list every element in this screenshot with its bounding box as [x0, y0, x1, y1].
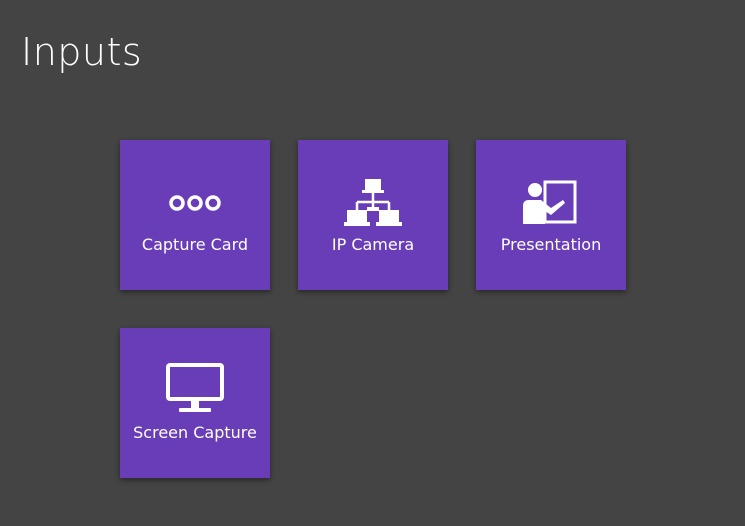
presenter-icon — [476, 178, 626, 228]
capture-card-tile[interactable]: Capture Card — [120, 140, 270, 290]
ip-camera-label: IP Camera — [331, 235, 415, 254]
page-title: Inputs — [21, 30, 143, 74]
network-icon — [298, 178, 448, 228]
ip-camera-tile[interactable]: IP Camera — [298, 140, 448, 290]
inputs-page: Inputs Capture Card IP Camera Presentati… — [0, 0, 745, 526]
screen-capture-tile[interactable]: Screen Capture — [120, 328, 270, 478]
presentation-tile[interactable]: Presentation — [476, 140, 626, 290]
capture-card-label: Capture Card — [141, 235, 249, 254]
ellipsis-icon — [120, 178, 270, 228]
presentation-label: Presentation — [500, 235, 602, 254]
screen-capture-label: Screen Capture — [133, 423, 257, 442]
monitor-icon — [120, 362, 270, 416]
